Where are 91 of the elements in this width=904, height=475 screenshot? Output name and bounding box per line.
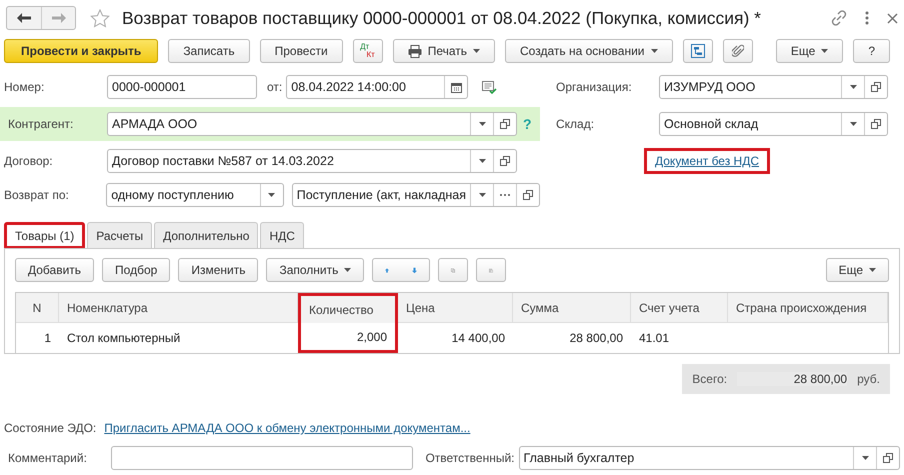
open-icon [871, 82, 881, 92]
organization-field[interactable]: ИЗУМРУД ООО [659, 75, 888, 99]
document-check-icon[interactable] [482, 80, 498, 94]
date-field[interactable]: 08.04.2022 14:00:00 [286, 75, 468, 99]
column-header[interactable]: Количество [298, 293, 398, 323]
responsible-field[interactable]: Главный бухгалтер [518, 446, 900, 470]
open-icon [500, 156, 510, 166]
hierarchy-icon [690, 44, 704, 58]
comment-label: Комментарий: [7, 451, 88, 465]
edo-invite-link[interactable]: Пригласить АРМАДА ООО к обмену электронными документам... [104, 421, 470, 435]
tab[interactable]: Дополнительно [154, 222, 258, 248]
edo-status-label: Состояние ЭДО: [4, 421, 96, 435]
counterparty-field[interactable]: АРМАДА ООО [107, 112, 517, 136]
copy-button[interactable] [438, 258, 468, 282]
attach-button[interactable] [722, 39, 752, 63]
more-dropdown-button[interactable]: Еще [776, 39, 844, 63]
caret-icon [268, 193, 276, 197]
printer-icon [408, 44, 422, 58]
open-icon [500, 119, 510, 129]
forward-arrow-icon [52, 13, 66, 23]
kebab-menu-icon[interactable] [865, 11, 869, 25]
edit-button[interactable]: Изменить [178, 258, 258, 282]
responsible-label: Ответственный: [425, 451, 514, 465]
tab[interactable]: Расчеты [87, 222, 152, 248]
table-cell-text: 14 400,00 [450, 330, 506, 347]
date-label: от: [267, 80, 282, 94]
counterparty-label: Контрагент: [7, 117, 74, 131]
column-header[interactable]: Цена [398, 293, 513, 323]
caret-icon [344, 268, 352, 272]
caret-icon [478, 122, 486, 126]
total-value: 28 800,00 [737, 372, 848, 386]
warehouse-field[interactable]: Основной склад [659, 112, 888, 136]
caret-icon [478, 193, 486, 197]
open-icon [883, 453, 893, 463]
print-button[interactable]: Печать [392, 39, 495, 63]
structure-button[interactable] [682, 39, 712, 63]
paperclip-icon [732, 44, 744, 58]
warehouse-label: Склад: [555, 117, 596, 131]
up-button[interactable] [372, 258, 402, 282]
return-by-field[interactable]: одному поступлению [106, 183, 284, 207]
receipt-document-field[interactable]: Поступление (акт, накладная [292, 183, 540, 207]
open-icon [523, 190, 533, 200]
link-icon[interactable] [831, 10, 847, 26]
close-icon[interactable] [887, 12, 898, 24]
return-by-label: Возврат по: [3, 188, 70, 202]
caret-icon [650, 49, 658, 53]
organization-label: Организация: [555, 80, 633, 94]
window-title: Возврат товаров поставщику 0000-000001 от 08.04.2022 (Покупка, комиссия) * [122, 8, 762, 28]
star-icon[interactable] [90, 8, 110, 28]
select-button[interactable]: Подбор [102, 258, 170, 282]
more-dropdown-button[interactable]: Еще [826, 258, 889, 282]
contract-label: Договор: [3, 154, 54, 168]
table-cell-text: 28 800,00 [568, 330, 624, 347]
caret-icon [473, 49, 480, 53]
post-button[interactable]: Провести [260, 39, 343, 63]
down-button[interactable] [400, 258, 430, 282]
back-arrow-icon [17, 13, 31, 23]
save-button[interactable]: Записать [168, 39, 250, 63]
currency-label: руб. [857, 372, 880, 386]
fill-dropdown-button[interactable]: Заполнить [266, 258, 364, 282]
number-label: Номер: [3, 80, 46, 94]
table-cell-text: 1 [43, 330, 52, 347]
comment-field[interactable] [110, 446, 414, 470]
caret-icon [850, 85, 856, 89]
column-header[interactable]: Номенклатура [59, 293, 298, 323]
vat-status-link[interactable]: Документ без НДС [644, 148, 770, 174]
number-field[interactable]: 0000-000001 [107, 75, 257, 99]
caret-icon [862, 456, 868, 460]
post-and-close-button[interactable]: Провести и закрыть [4, 39, 158, 63]
paste-button[interactable] [476, 258, 506, 282]
contract-field[interactable]: Договор поставки №587 от 14.03.2022 [107, 149, 517, 173]
column-header[interactable]: N [16, 293, 59, 323]
caret-icon [869, 268, 876, 272]
table-cell-text: Стол компьютерный [66, 330, 182, 347]
open-icon [871, 119, 881, 129]
table-cell-text: 41.01 [638, 330, 670, 347]
caret-icon [821, 49, 828, 53]
tab[interactable]: Товары (1) [4, 222, 86, 249]
caret-icon [478, 159, 486, 163]
table-cell: 2,000 [298, 323, 398, 353]
debit-credit-button[interactable]: Дт Кт [352, 39, 383, 63]
column-header[interactable]: Страна происхождения [728, 293, 888, 323]
column-header[interactable]: Счет учета [631, 293, 728, 323]
tab[interactable]: НДС [260, 222, 304, 248]
total-label: Всего: [692, 372, 728, 386]
column-header[interactable]: Сумма [513, 293, 631, 323]
create-based-on-dropdown-button[interactable]: Создать на основании [505, 39, 672, 63]
add-button[interactable]: Добавить [15, 258, 94, 282]
calendar-icon [450, 82, 462, 92]
caret-icon [850, 122, 856, 126]
help-button[interactable]: ? [853, 39, 890, 63]
